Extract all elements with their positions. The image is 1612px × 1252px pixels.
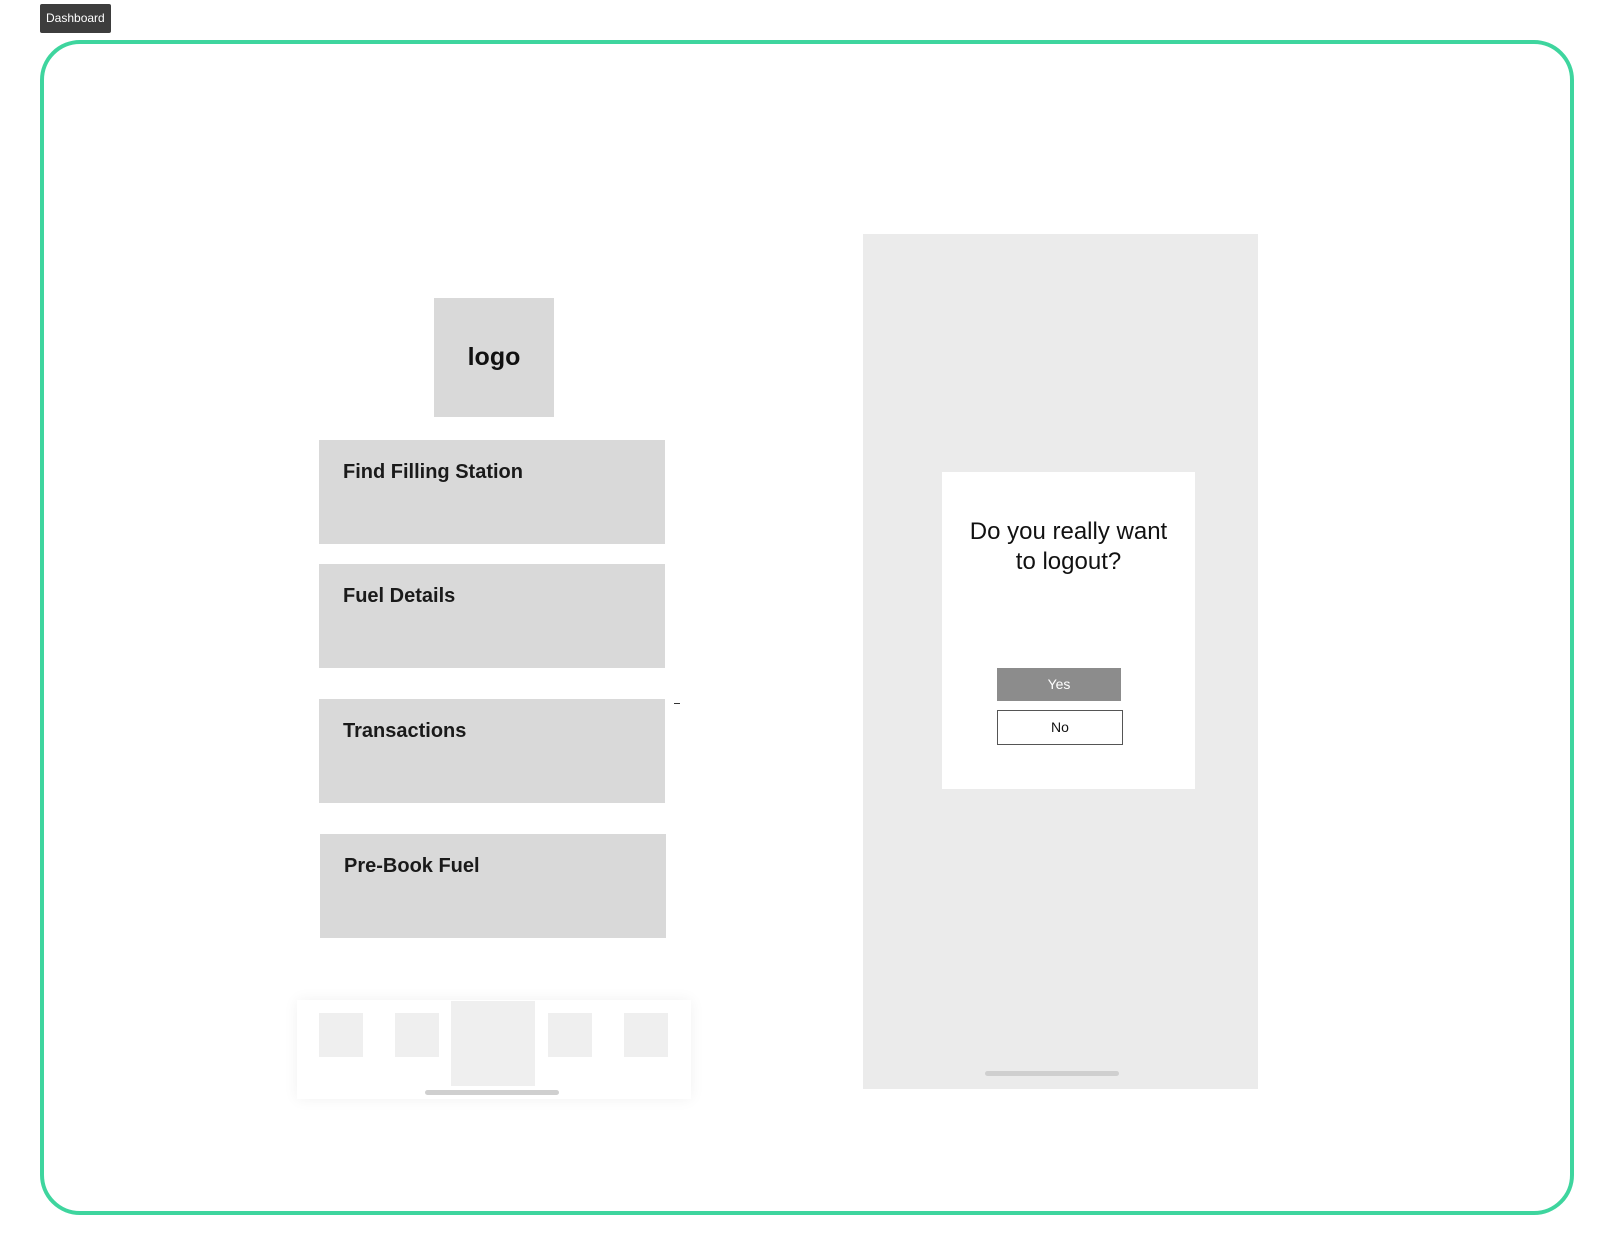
home-indicator (425, 1090, 559, 1095)
logout-screen: Do you really want to logout? Yes No (863, 234, 1258, 1089)
nav-icon-4[interactable] (548, 1013, 592, 1057)
bottom-navigation-bar (297, 1000, 691, 1099)
nav-icon-2[interactable] (395, 1013, 439, 1057)
dialog-message: Do you really want to logout? (969, 518, 1168, 575)
menu-item-label: Transactions (343, 720, 467, 742)
no-button[interactable]: No (997, 710, 1123, 745)
menu-item-fuel-details[interactable]: Fuel Details (319, 564, 665, 668)
menu-item-find-filling-station[interactable]: Find Filling Station (319, 440, 665, 544)
menu-item-label: Find Filling Station (343, 461, 523, 483)
menu-item-label: Pre-Book Fuel (344, 855, 480, 877)
nav-icon-5[interactable] (624, 1013, 668, 1057)
nav-icon-1[interactable] (319, 1013, 363, 1057)
artboard-frame: logo Find Filling Station Fuel Details T… (40, 40, 1574, 1215)
app-logo: logo (434, 298, 554, 417)
frame-label[interactable]: Dashboard (40, 4, 111, 33)
logout-dialog: Do you really want to logout? Yes No (942, 472, 1195, 789)
nav-center-button[interactable] (451, 1001, 535, 1086)
menu-item-label: Fuel Details (343, 585, 456, 607)
divider-mark (674, 703, 680, 704)
menu-item-pre-book-fuel[interactable]: Pre-Book Fuel (320, 834, 666, 938)
menu-item-transactions[interactable]: Transactions (319, 699, 665, 803)
logo-text: logo (467, 343, 521, 371)
home-indicator (985, 1071, 1119, 1076)
yes-button[interactable]: Yes (997, 668, 1121, 701)
